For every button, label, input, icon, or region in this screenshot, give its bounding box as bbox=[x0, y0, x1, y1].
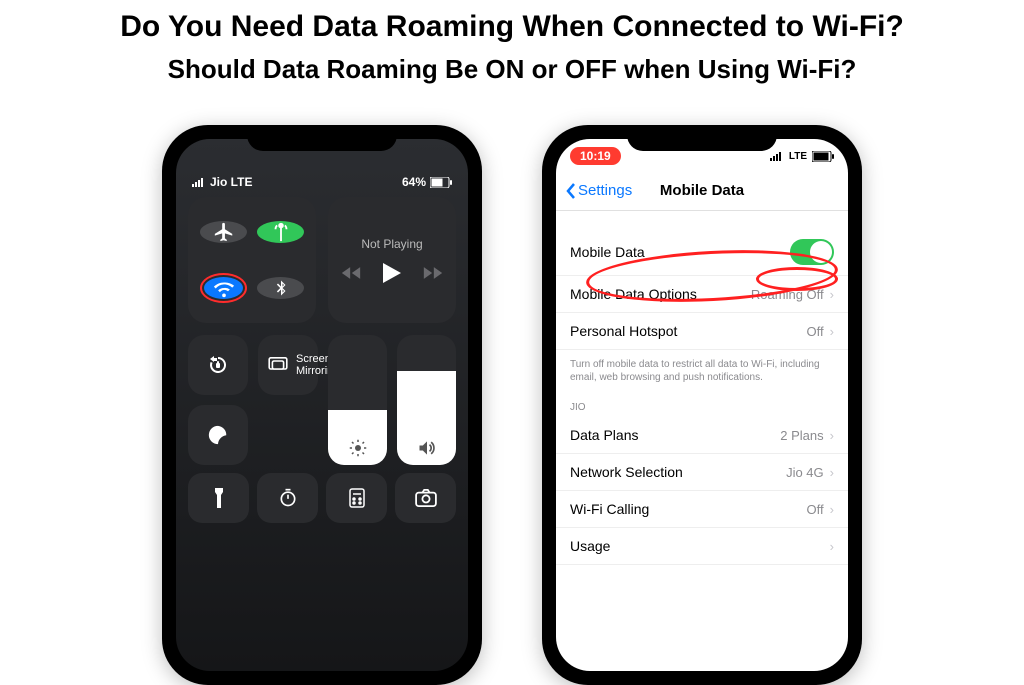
next-track-icon[interactable] bbox=[423, 266, 443, 280]
control-center: Jio LTE 64% bbox=[176, 139, 468, 671]
media-label: Not Playing bbox=[361, 237, 422, 251]
row-mobile-data[interactable]: Mobile Data bbox=[556, 229, 848, 276]
brightness-icon bbox=[328, 439, 387, 457]
play-icon[interactable] bbox=[383, 263, 401, 283]
row-wifi-calling[interactable]: Wi-Fi Calling Off › bbox=[556, 491, 848, 528]
mobile-data-toggle[interactable] bbox=[790, 239, 834, 265]
row-mobile-data-options[interactable]: Mobile Data Options Roaming Off › bbox=[556, 276, 848, 313]
battery-icon bbox=[430, 177, 452, 188]
row-label: Wi-Fi Calling bbox=[570, 501, 649, 517]
prev-track-icon[interactable] bbox=[341, 266, 361, 280]
volume-slider[interactable] bbox=[397, 335, 456, 465]
cellular-button[interactable] bbox=[257, 221, 304, 243]
footer-note: Turn off mobile data to restrict all dat… bbox=[556, 350, 848, 398]
volume-icon bbox=[397, 439, 456, 457]
battery-percent: 64% bbox=[402, 175, 426, 189]
row-data-plans[interactable]: Data Plans 2 Plans › bbox=[556, 417, 848, 454]
screen-mirroring-button[interactable]: Screen Mirroring bbox=[258, 335, 318, 395]
row-label: Data Plans bbox=[570, 427, 638, 443]
row-label: Mobile Data bbox=[570, 244, 645, 260]
chevron-right-icon: › bbox=[830, 465, 834, 480]
status-time: 10:19 bbox=[570, 147, 621, 165]
nav-title: Mobile Data bbox=[660, 182, 744, 199]
brightness-slider[interactable] bbox=[328, 335, 387, 465]
page-heading-2: Should Data Roaming Be ON or OFF when Us… bbox=[0, 54, 1024, 85]
row-label: Personal Hotspot bbox=[570, 323, 677, 339]
chevron-right-icon: › bbox=[830, 428, 834, 443]
carrier-label: Jio LTE bbox=[210, 175, 252, 189]
row-value: Off bbox=[807, 502, 824, 517]
rotation-lock-button[interactable] bbox=[188, 335, 248, 395]
row-value: 2 Plans bbox=[780, 428, 823, 443]
row-label: Mobile Data Options bbox=[570, 286, 697, 302]
back-button[interactable]: Settings bbox=[566, 182, 632, 199]
chevron-left-icon bbox=[566, 183, 576, 199]
nav-bar: Settings Mobile Data bbox=[556, 171, 848, 211]
row-personal-hotspot[interactable]: Personal Hotspot Off › bbox=[556, 313, 848, 350]
chevron-right-icon: › bbox=[830, 287, 834, 302]
page-heading-1: Do You Need Data Roaming When Connected … bbox=[0, 10, 1024, 44]
do-not-disturb-button[interactable] bbox=[188, 405, 248, 465]
settings-screen: 10:19 LTE bbox=[556, 139, 848, 671]
chevron-right-icon: › bbox=[830, 539, 834, 554]
notch bbox=[627, 125, 777, 151]
row-label: Network Selection bbox=[570, 464, 683, 480]
row-usage[interactable]: Usage › bbox=[556, 528, 848, 565]
chevron-right-icon: › bbox=[830, 324, 834, 339]
row-value: Roaming Off bbox=[751, 287, 824, 302]
media-tile[interactable]: Not Playing bbox=[328, 197, 456, 323]
row-value: Off bbox=[807, 324, 824, 339]
wifi-button[interactable] bbox=[204, 277, 243, 299]
left-phone-frame: Jio LTE 64% bbox=[162, 125, 482, 685]
battery-icon bbox=[812, 151, 834, 162]
bluetooth-button[interactable] bbox=[257, 277, 304, 299]
connectivity-tile[interactable] bbox=[188, 197, 316, 323]
signal-icon bbox=[770, 151, 784, 161]
wifi-highlight-ring bbox=[200, 273, 247, 303]
row-label: Usage bbox=[570, 538, 610, 554]
calculator-button[interactable] bbox=[326, 473, 387, 523]
airplane-mode-button[interactable] bbox=[200, 221, 247, 243]
section-header: JIO bbox=[556, 398, 848, 417]
row-value: Jio 4G bbox=[786, 465, 824, 480]
signal-icon bbox=[192, 177, 206, 187]
timer-button[interactable] bbox=[257, 473, 318, 523]
chevron-right-icon: › bbox=[830, 502, 834, 517]
right-phone-frame: 10:19 LTE bbox=[542, 125, 862, 685]
lte-label: LTE bbox=[789, 151, 807, 162]
back-label: Settings bbox=[578, 182, 632, 199]
camera-button[interactable] bbox=[395, 473, 456, 523]
notch bbox=[247, 125, 397, 151]
screen-mirror-icon bbox=[268, 357, 288, 373]
row-network-selection[interactable]: Network Selection Jio 4G › bbox=[556, 454, 848, 491]
flashlight-button[interactable] bbox=[188, 473, 249, 523]
